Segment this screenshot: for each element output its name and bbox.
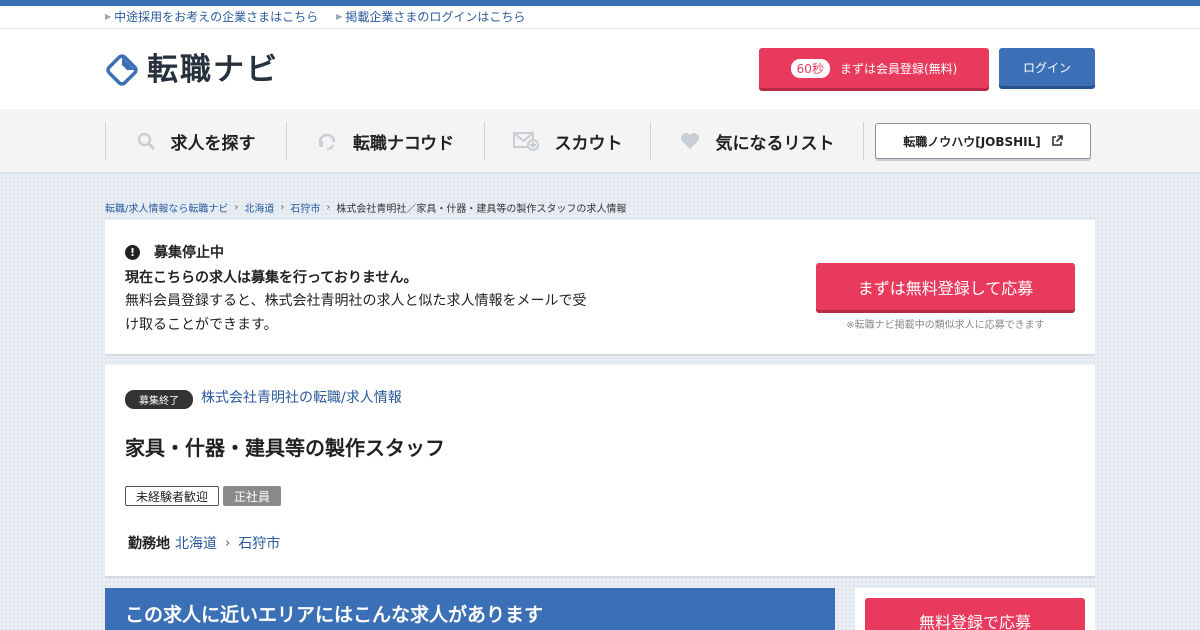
logo-text: 転職ナビ [147, 52, 279, 88]
work-location-label: 勤務地 [128, 536, 170, 552]
employer-login-link-label: 掲載企業さまのログインはこちら [345, 10, 526, 24]
chevron-right-icon: › [225, 535, 231, 551]
employer-recruit-link-label: 中途採用をお考えの企業さまはこちら [114, 10, 319, 24]
arrow-right-icon: ▶ [336, 12, 343, 21]
chevron-right-icon: › [280, 201, 285, 213]
status-badge: 募集終了 [125, 390, 193, 409]
nav-item-nakoudo[interactable]: 転職ナコウド [286, 122, 484, 160]
breadcrumb-current: 株式会社青明社／家具・什器・建具等の製作スタッフの求人情報 [336, 203, 627, 215]
heart-icon [680, 132, 700, 150]
nav-item-favorites-label: 気になるリスト [715, 133, 835, 154]
mail-plus-icon [512, 131, 539, 151]
search-icon [137, 132, 155, 150]
company-link[interactable]: 株式会社青明社の転職/求人情報 [201, 387, 402, 407]
bottom-row: この求人に近いエリアにはこんな求人があります 無料登録で応募 [105, 588, 1095, 630]
nav-item-scout[interactable]: スカウト [484, 122, 650, 160]
tag-inexperienced-welcome: 未経験者歓迎 [125, 486, 220, 506]
jobshil-button[interactable]: 転職ノウハウ[JOBSHIL] [875, 123, 1091, 159]
chevron-right-icon: › [234, 201, 239, 213]
utility-bar: ▶ 中途採用をお考えの企業さまはこちら ▶ 掲載企業さまのログインはこちら [0, 6, 1200, 29]
main-nav: 求人を探す 転職ナコウド スカウト 気になるリスト 転職ノウハウ[JOBSHIL… [0, 109, 1200, 173]
site-header: 転職ナビ 60秒 まずは会員登録(無料) ログイン [0, 29, 1200, 109]
location-city-link[interactable]: 石狩市 [238, 533, 280, 553]
breadcrumb: 転職/求人情報なら転職ナビ › 北海道 › 石狩市 › 株式会社青明社／家具・什… [105, 173, 1095, 220]
near-jobs-heading: この求人に近いエリアにはこんな求人があります [105, 588, 835, 630]
near-jobs-heading-text: この求人に近いエリアにはこんな求人があります [125, 604, 544, 626]
register-and-apply-label: まずは無料登録して応募 [857, 278, 1034, 298]
arrow-right-icon: ▶ [105, 12, 112, 21]
login-button[interactable]: ログイン [999, 48, 1095, 86]
side-apply-box: 無料登録で応募 [855, 588, 1095, 630]
job-summary-panel: 募集終了 株式会社青明社の転職/求人情報 家具・什器・建具等の製作スタッフ 未経… [105, 365, 1095, 578]
breadcrumb-home[interactable]: 転職/求人情報なら転職ナビ [105, 200, 228, 215]
side-apply-button[interactable]: 無料登録で応募 [865, 598, 1085, 630]
job-title: 家具・什器・建具等の製作スタッフ [125, 436, 445, 460]
closed-notice-title: 現在こちらの求人は募集を行っておりません。 [125, 270, 418, 286]
closed-notice-panel: ! 募集停止中 現在こちらの求人は募集を行っておりません。 無料会員登録すると、… [105, 220, 1095, 356]
closed-status: ! 募集停止中 [125, 242, 224, 262]
logo-mark-icon [105, 53, 139, 87]
site-logo[interactable]: 転職ナビ [105, 53, 279, 87]
external-link-icon [1051, 135, 1063, 147]
register-button[interactable]: 60秒 まずは会員登録(無料) [759, 48, 989, 88]
jobshil-button-label: 転職ノウハウ[JOBSHIL] [903, 134, 1041, 149]
side-apply-label: 無料登録で応募 [918, 613, 1031, 630]
login-button-label: ログイン [1022, 60, 1071, 75]
nav-item-search-jobs[interactable]: 求人を探す [105, 122, 286, 160]
breadcrumb-city[interactable]: 石狩市 [290, 200, 320, 215]
closed-status-label: 募集停止中 [154, 245, 224, 261]
register-button-label: まずは会員登録(無料) [839, 61, 958, 76]
closed-notice-desc: 無料会員登録すると、株式会社青明社の求人と似た求人情報をメールで受け取ることがで… [125, 293, 587, 333]
breadcrumb-prefecture[interactable]: 北海道 [244, 200, 274, 215]
employer-recruit-link[interactable]: ▶ 中途採用をお考えの企業さまはこちら [105, 10, 318, 24]
alert-icon: ! [125, 244, 140, 260]
nav-item-scout-label: スカウト [554, 133, 623, 154]
tag-full-time: 正社員 [223, 486, 282, 506]
register-and-apply-button[interactable]: まずは無料登録して応募 [816, 263, 1075, 310]
employer-login-link[interactable]: ▶ 掲載企業さまのログインはこちら [336, 10, 525, 24]
headset-icon [317, 131, 337, 151]
chevron-right-icon: › [326, 201, 331, 213]
nav-item-search-jobs-label: 求人を探す [170, 133, 256, 154]
register-time-badge: 60秒 [790, 58, 830, 78]
nav-item-favorites[interactable]: 気になるリスト [650, 122, 864, 160]
apply-note: ※転職ナビ掲載中の類似求人に応募できます [846, 320, 1045, 331]
location-prefecture-link[interactable]: 北海道 [175, 533, 217, 553]
nav-item-nakoudo-label: 転職ナコウド [352, 133, 455, 154]
work-location: 勤務地 北海道 › 石狩市 [128, 533, 280, 553]
